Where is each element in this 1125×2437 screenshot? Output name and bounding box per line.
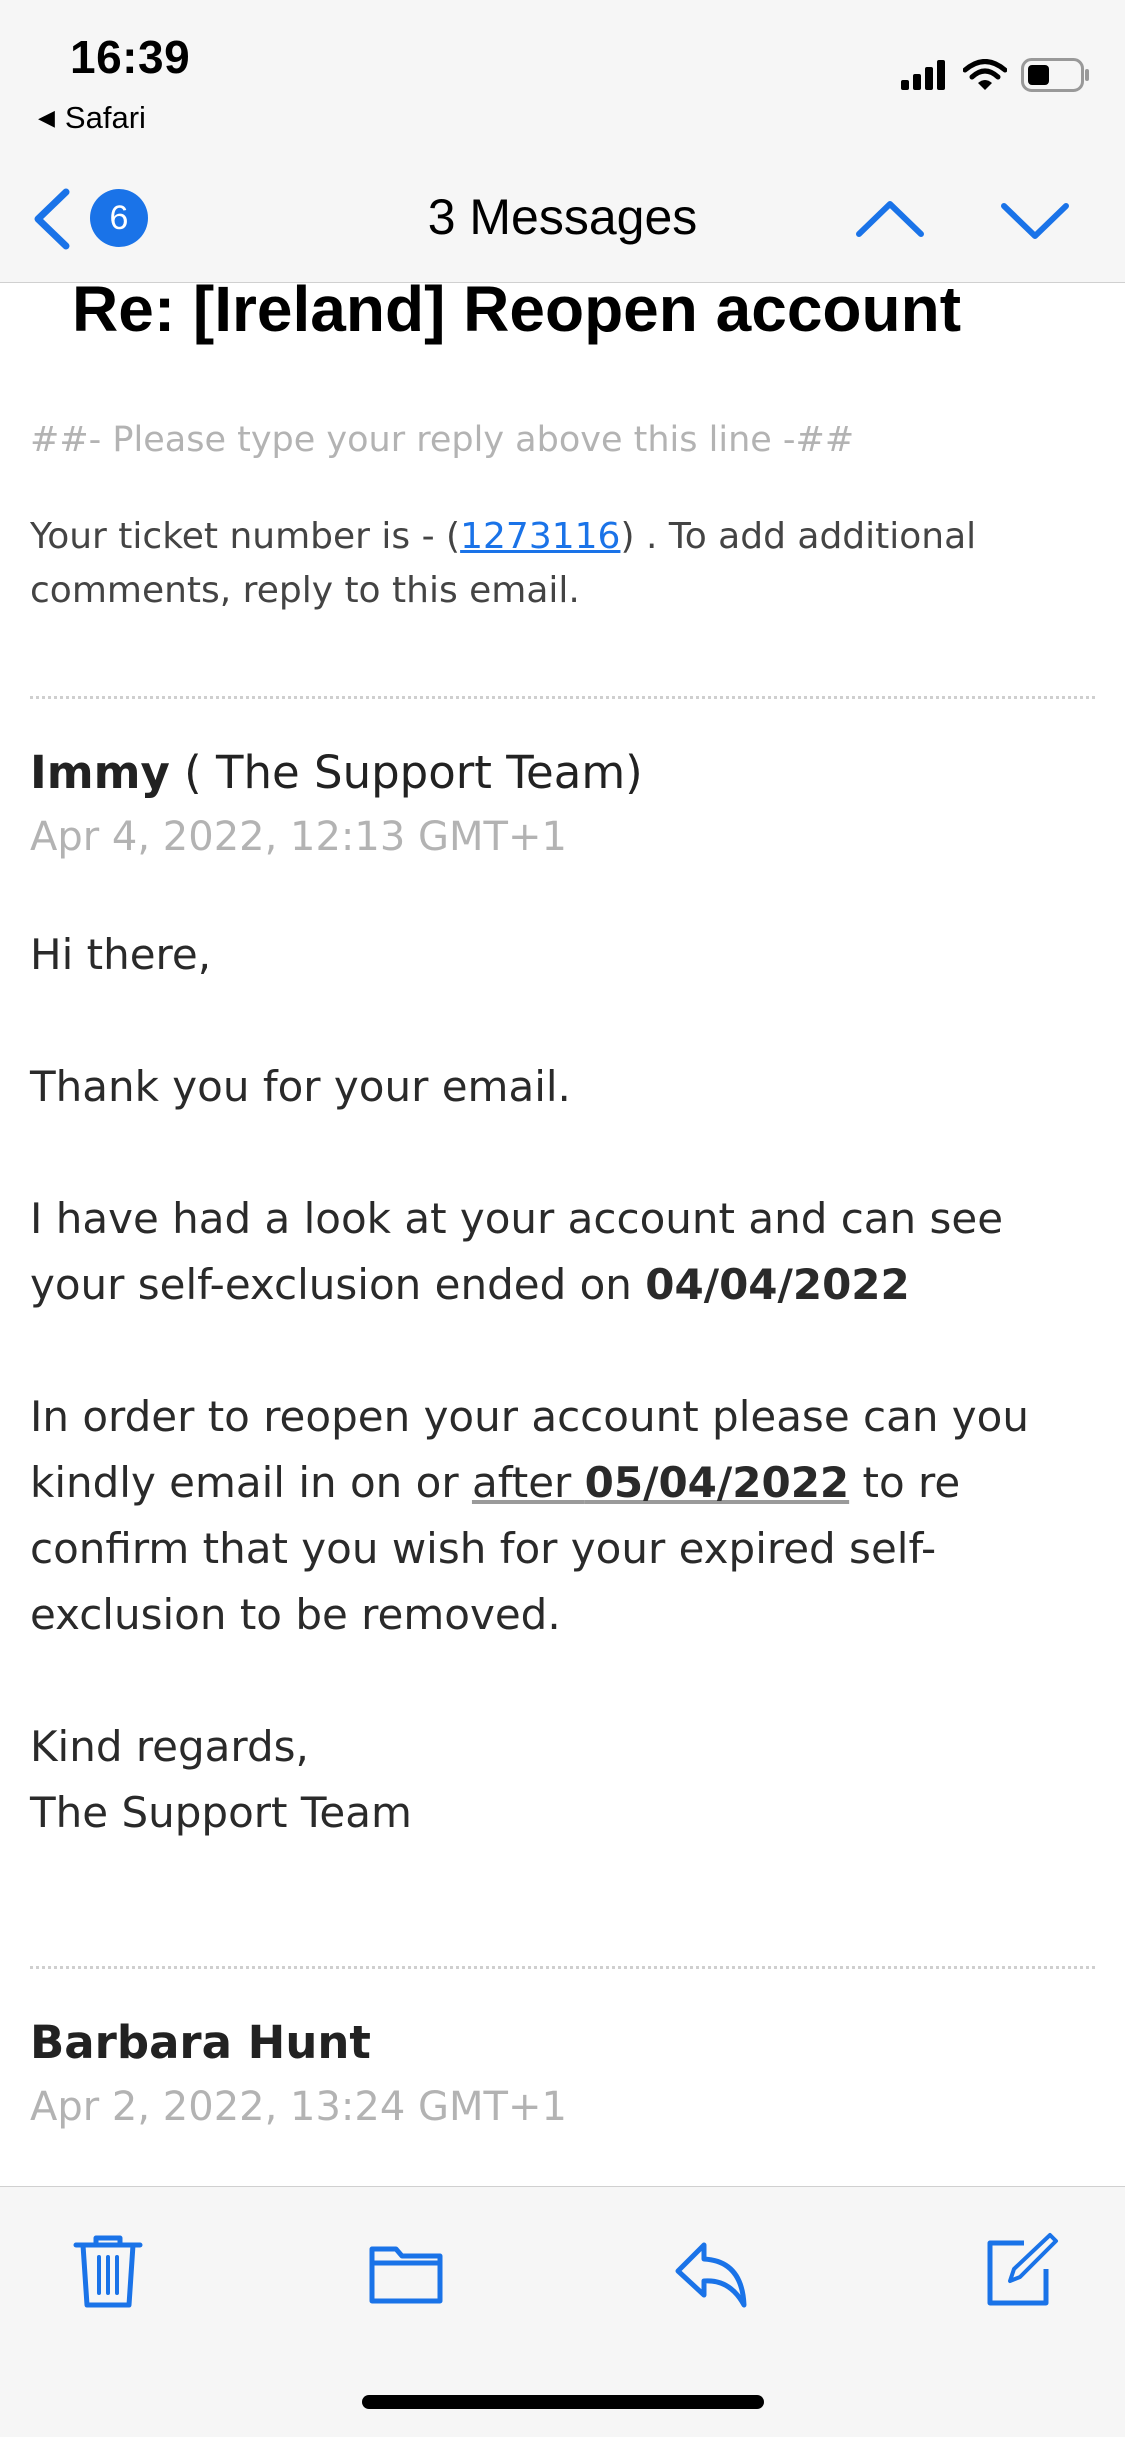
signoff: Kind regards, <box>30 1722 309 1771</box>
para2-date: 05/04/2022 <box>584 1458 850 1507</box>
message-date: Apr 4, 2022, 12:13 GMT+1 <box>30 814 567 860</box>
status-icons <box>899 58 1091 92</box>
back-to-app-link[interactable]: ◀ Safari <box>38 100 146 136</box>
nav-title: 3 Messages <box>427 189 698 245</box>
back-app-label: Safari <box>64 100 146 135</box>
previous-message-chevron-up-icon[interactable] <box>855 190 925 250</box>
message-divider <box>30 696 1095 699</box>
paragraph-self-exclusion-ended: I have had a look at your account and ca… <box>30 1186 1095 1318</box>
thanks-line: Thank you for your email. <box>30 1062 571 1111</box>
ticket-info: Your ticket number is - (1273116) . To a… <box>30 510 1090 618</box>
back-triangle-icon: ◀ <box>38 105 55 130</box>
cellular-signal-icon <box>901 60 945 90</box>
greeting: Hi there, <box>30 930 212 979</box>
para1-date: 04/04/2022 <box>645 1260 910 1309</box>
sender-name: Immy <box>30 746 170 799</box>
ticket-prefix: Your ticket number is - ( <box>30 516 461 557</box>
ticket-number-link[interactable]: 1273116 <box>460 516 620 557</box>
status-time: 16:39 <box>70 31 191 83</box>
next-message-chevron-down-icon[interactable] <box>1000 190 1070 250</box>
home-indicator[interactable] <box>362 2395 764 2409</box>
battery-icon <box>1021 58 1089 92</box>
status-bar: 16:39 ◀ Safari <box>0 0 1125 160</box>
mail-nav-bar: 6 3 Messages <box>0 160 1125 283</box>
message-text: Hi there, Thank you for your email. I ha… <box>30 922 1095 1846</box>
message-divider <box>30 1966 1095 1969</box>
para2-after-date: after 05/04/2022 <box>472 1458 849 1507</box>
para2-after: after <box>471 1458 585 1507</box>
signature: The Support Team <box>30 1788 412 1837</box>
compose-icon[interactable] <box>980 2231 1060 2311</box>
paragraph-reopen-instructions: In order to reopen your account please c… <box>30 1384 1095 1648</box>
folder-icon[interactable] <box>366 2231 446 2311</box>
sender-name: Barbara Hunt <box>30 2016 371 2069</box>
sender-team: ( The Support Team) <box>169 746 643 799</box>
message-sender: Immy ( The Support Team) <box>30 746 643 799</box>
wifi-icon <box>963 59 1007 90</box>
email-subject: Re: [Ireland] Reopen account <box>72 273 961 345</box>
reply-above-line-note: ##- Please type your reply above this li… <box>30 420 855 460</box>
message-sender: Barbara Hunt <box>30 2016 371 2069</box>
message-date: Apr 2, 2022, 13:24 GMT+1 <box>30 2084 567 2130</box>
reply-icon[interactable] <box>672 2231 752 2311</box>
trash-icon[interactable] <box>68 2231 148 2311</box>
